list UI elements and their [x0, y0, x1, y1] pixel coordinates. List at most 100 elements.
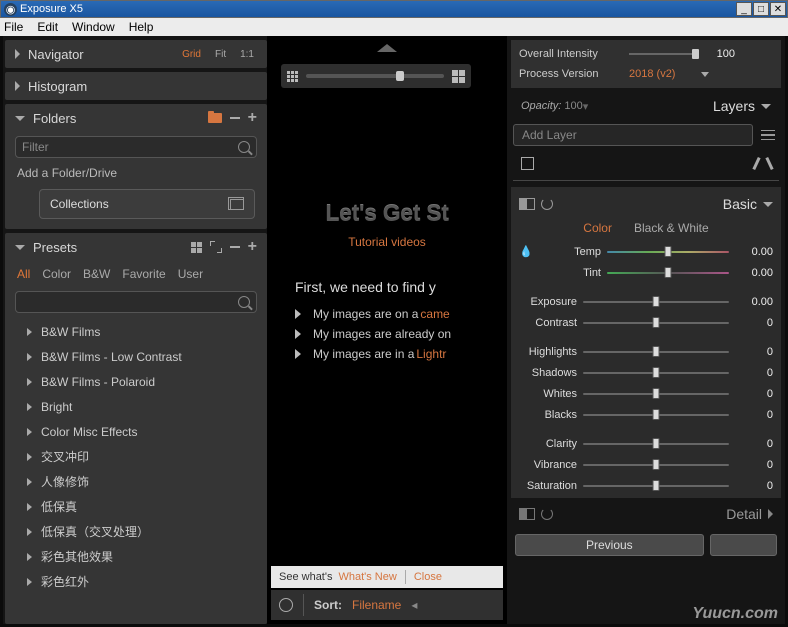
option-row[interactable]: My images are already on [295, 327, 507, 341]
chevron-down-icon[interactable] [15, 116, 25, 121]
chevron-right-icon[interactable] [768, 509, 773, 519]
preset-item[interactable]: B&W Films - Low Contrast [5, 344, 267, 369]
eraser-icon[interactable] [765, 156, 773, 169]
menu-edit[interactable]: Edit [37, 20, 58, 34]
thumbnail-slider[interactable] [306, 74, 444, 78]
collapse-up-icon[interactable] [377, 44, 397, 52]
tutorial-link[interactable]: Tutorial videos [267, 235, 507, 249]
slider-value[interactable]: 0 [735, 459, 773, 471]
slider[interactable] [583, 301, 729, 303]
add-folder-button[interactable]: + [248, 109, 257, 127]
preset-item[interactable]: 低保真 [5, 494, 267, 519]
thumb-small-icon[interactable] [287, 71, 298, 82]
thumb-large-icon[interactable] [452, 70, 465, 83]
intensity-value[interactable]: 100 [705, 48, 735, 60]
menu-file[interactable]: File [4, 20, 23, 34]
next-button[interactable] [710, 534, 777, 556]
chevron-down-icon[interactable] [761, 104, 771, 109]
grid-icon[interactable] [191, 242, 202, 253]
slider-value[interactable]: 0 [735, 367, 773, 379]
chevron-right-icon[interactable] [15, 49, 20, 59]
eyedropper-icon[interactable]: 💧 [519, 245, 537, 258]
slider-value[interactable]: 0 [735, 346, 773, 358]
slider-value[interactable]: 0 [735, 480, 773, 492]
reset-icon[interactable] [541, 508, 553, 520]
option-row[interactable]: My images are in a Lightr [295, 347, 507, 361]
brush-icon[interactable] [752, 156, 760, 169]
compare-icon[interactable] [519, 198, 535, 210]
tab-color[interactable]: Color [42, 267, 71, 281]
view-grid[interactable]: Grid [179, 49, 204, 60]
layer-menu-icon[interactable] [757, 124, 779, 146]
minimize-button[interactable]: _ [736, 2, 752, 16]
slider[interactable] [583, 322, 729, 324]
preset-item[interactable]: B&W Films - Polaroid [5, 369, 267, 394]
histogram-panel: Histogram [5, 72, 267, 100]
slider[interactable] [583, 372, 729, 374]
gear-icon[interactable] [279, 598, 293, 612]
remove-preset-button[interactable] [230, 246, 240, 248]
slider[interactable] [583, 351, 729, 353]
process-value[interactable]: 2018 (v2) [629, 68, 695, 80]
preset-item[interactable]: B&W Films [5, 319, 267, 344]
close-bar-button[interactable]: Close [414, 571, 442, 583]
view-1to1[interactable]: 1:1 [237, 49, 257, 60]
slider[interactable] [583, 414, 729, 416]
view-fit[interactable]: Fit [212, 49, 229, 60]
close-button[interactable]: ✕ [770, 2, 786, 16]
slider[interactable] [607, 272, 729, 274]
intensity-slider[interactable] [629, 53, 699, 55]
preset-filter-input[interactable] [15, 291, 257, 313]
preset-item[interactable]: Color Misc Effects [5, 419, 267, 444]
preset-item[interactable]: 人像修饰 [5, 469, 267, 494]
chevron-down-icon[interactable] [701, 72, 709, 77]
slider-row: Shadows0 [519, 362, 773, 383]
previous-button[interactable]: Previous [515, 534, 704, 556]
tab-bw[interactable]: Black & White [634, 221, 709, 235]
slider-value[interactable]: 0 [735, 388, 773, 400]
option-row[interactable]: My images are on a came [295, 307, 507, 321]
slider[interactable] [607, 251, 729, 253]
slider[interactable] [583, 464, 729, 466]
tab-favorite[interactable]: Favorite [122, 267, 165, 281]
folder-filter-input[interactable]: Filter [15, 136, 257, 158]
collections-item[interactable]: Collections [39, 189, 255, 219]
slider[interactable] [583, 443, 729, 445]
preset-item[interactable]: 低保真（交叉处理） [5, 519, 267, 544]
preset-item[interactable]: 彩色红外 [5, 569, 267, 594]
tab-all[interactable]: All [17, 267, 30, 281]
crop-icon[interactable] [521, 157, 534, 170]
reset-icon[interactable] [541, 198, 553, 210]
add-folder-drive[interactable]: Add a Folder/Drive [5, 162, 267, 184]
slider-value[interactable]: 0.00 [735, 267, 773, 279]
slider[interactable] [583, 485, 729, 487]
sort-value[interactable]: Filename [352, 598, 401, 612]
slider-value[interactable]: 0 [735, 409, 773, 421]
maximize-button[interactable]: □ [753, 2, 769, 16]
add-layer-input[interactable]: Add Layer [513, 124, 753, 146]
slider[interactable] [583, 393, 729, 395]
folder-icon[interactable] [208, 113, 222, 123]
add-preset-button[interactable]: + [248, 238, 257, 256]
tab-bw[interactable]: B&W [83, 267, 110, 281]
preset-item[interactable]: Bright [5, 394, 267, 419]
slider-value[interactable]: 0 [735, 317, 773, 329]
menu-window[interactable]: Window [72, 20, 115, 34]
chevron-down-icon[interactable] [15, 245, 25, 250]
slider-value[interactable]: 0 [735, 438, 773, 450]
remove-folder-button[interactable] [230, 117, 240, 119]
tab-user[interactable]: User [178, 267, 203, 281]
slider-value[interactable]: 0.00 [735, 246, 773, 258]
whats-new-link[interactable]: What's New [338, 571, 396, 583]
slider-row: Exposure0.00 [519, 291, 773, 312]
slider-value[interactable]: 0.00 [735, 296, 773, 308]
menu-help[interactable]: Help [129, 20, 154, 34]
opacity-value[interactable]: 100 [564, 100, 582, 112]
slider-row: Clarity0 [519, 433, 773, 454]
chevron-right-icon[interactable] [15, 81, 20, 91]
expand-icon[interactable] [210, 241, 222, 253]
preset-item[interactable]: 彩色其他效果 [5, 544, 267, 569]
preset-item[interactable]: 交叉冲印 [5, 444, 267, 469]
chevron-down-icon[interactable] [763, 202, 773, 207]
tab-color[interactable]: Color [583, 221, 612, 235]
